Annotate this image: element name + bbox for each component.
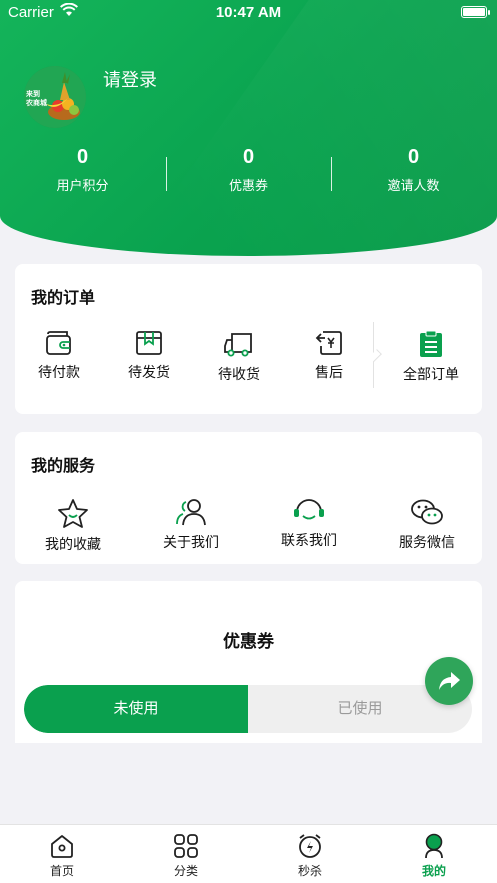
tab-label: 我的	[421, 864, 446, 878]
service-label: 关于我们	[163, 534, 219, 550]
tab-mine[interactable]: 我的	[372, 833, 496, 879]
box-icon	[136, 331, 162, 355]
stat-invites[interactable]: 0 邀请人数	[331, 145, 496, 194]
tab-category[interactable]: 分类	[124, 833, 248, 879]
status-bar: Carrier 10:47 AM	[0, 0, 497, 26]
order-label: 全部订单	[403, 366, 459, 382]
order-pending-payment[interactable]: 待付款	[27, 330, 91, 382]
coupons-section: 优惠券 未使用 已使用	[15, 581, 482, 743]
stat-label: 邀请人数	[387, 178, 440, 193]
divider	[373, 322, 374, 388]
profile-header: Carrier 10:47 AM 来到 农商城 请登录 0 用户积分 0 优惠券	[0, 0, 497, 256]
avatar-line-1: 来到	[26, 91, 40, 98]
coupons-title: 优惠券	[223, 632, 274, 651]
order-pending-shipment[interactable]: 待发货	[117, 330, 181, 382]
orders-title: 我的订单	[31, 290, 96, 307]
truck-icon	[224, 333, 252, 357]
wallet-icon	[46, 331, 71, 355]
service-label: 我的收藏	[45, 536, 101, 552]
service-about-us[interactable]: 关于我们	[153, 498, 229, 552]
stat-label: 优惠券	[228, 178, 268, 193]
order-label: 待发货	[128, 364, 170, 380]
stat-value: 0	[407, 146, 420, 168]
stat-value: 0	[242, 146, 255, 168]
order-pending-receipt[interactable]: 待收货	[207, 330, 271, 384]
avatar-caption: 来到 农商城	[26, 90, 47, 108]
home-icon	[51, 835, 73, 858]
coupon-status-toggle: 未使用 已使用	[24, 685, 472, 733]
wechat-icon	[411, 499, 443, 525]
order-label: 售后	[315, 364, 343, 380]
avatar-line-2: 农商城	[26, 100, 47, 107]
headset-icon	[294, 499, 324, 520]
login-link[interactable]: 请登录	[103, 66, 157, 92]
order-after-sales[interactable]: 售后	[297, 330, 361, 382]
services-card: 我的服务 我的收藏 关于我们 联系我们 服务微信	[15, 432, 482, 564]
star-icon	[58, 499, 88, 528]
tab-label: 秒杀	[297, 864, 322, 878]
tab-home[interactable]: 首页	[0, 833, 124, 879]
tab-flash-sale[interactable]: 秒杀	[248, 833, 372, 879]
share-icon	[439, 672, 460, 690]
stat-label: 用户积分	[56, 178, 109, 193]
stat-coupons[interactable]: 0 优惠券	[166, 145, 331, 194]
share-button[interactable]	[425, 657, 473, 705]
tab-label: 分类	[173, 864, 198, 878]
tab-label: 首页	[49, 864, 74, 878]
divider	[331, 157, 332, 191]
clipboard-icon	[420, 330, 442, 357]
people-icon	[176, 499, 206, 526]
service-favorites[interactable]: 我的收藏	[35, 498, 111, 554]
category-icon	[174, 834, 198, 858]
tab-unused[interactable]: 未使用	[24, 685, 248, 733]
service-label: 服务微信	[399, 534, 455, 550]
service-wechat[interactable]: 服务微信	[389, 498, 465, 552]
order-all[interactable]: 全部订单	[395, 330, 467, 384]
orders-card: 我的订单 待付款 待发货 待收货 售后 全部订单	[15, 264, 482, 414]
battery-icon	[461, 6, 490, 18]
alarm-icon	[299, 834, 321, 858]
stat-points[interactable]: 0 用户积分	[0, 145, 165, 194]
clock-time: 10:47 AM	[215, 4, 282, 21]
service-contact-us[interactable]: 联系我们	[271, 498, 347, 550]
avatar[interactable]: 来到 农商城	[24, 66, 86, 128]
stat-value: 0	[76, 146, 89, 168]
order-label: 待收货	[218, 366, 260, 382]
bottom-tab-bar: 首页 分类 秒杀 我的	[0, 824, 497, 883]
services-title: 我的服务	[31, 458, 96, 475]
order-label: 待付款	[38, 364, 80, 380]
refund-icon	[315, 331, 342, 355]
service-label: 联系我们	[281, 532, 337, 548]
profile-icon	[425, 833, 443, 859]
